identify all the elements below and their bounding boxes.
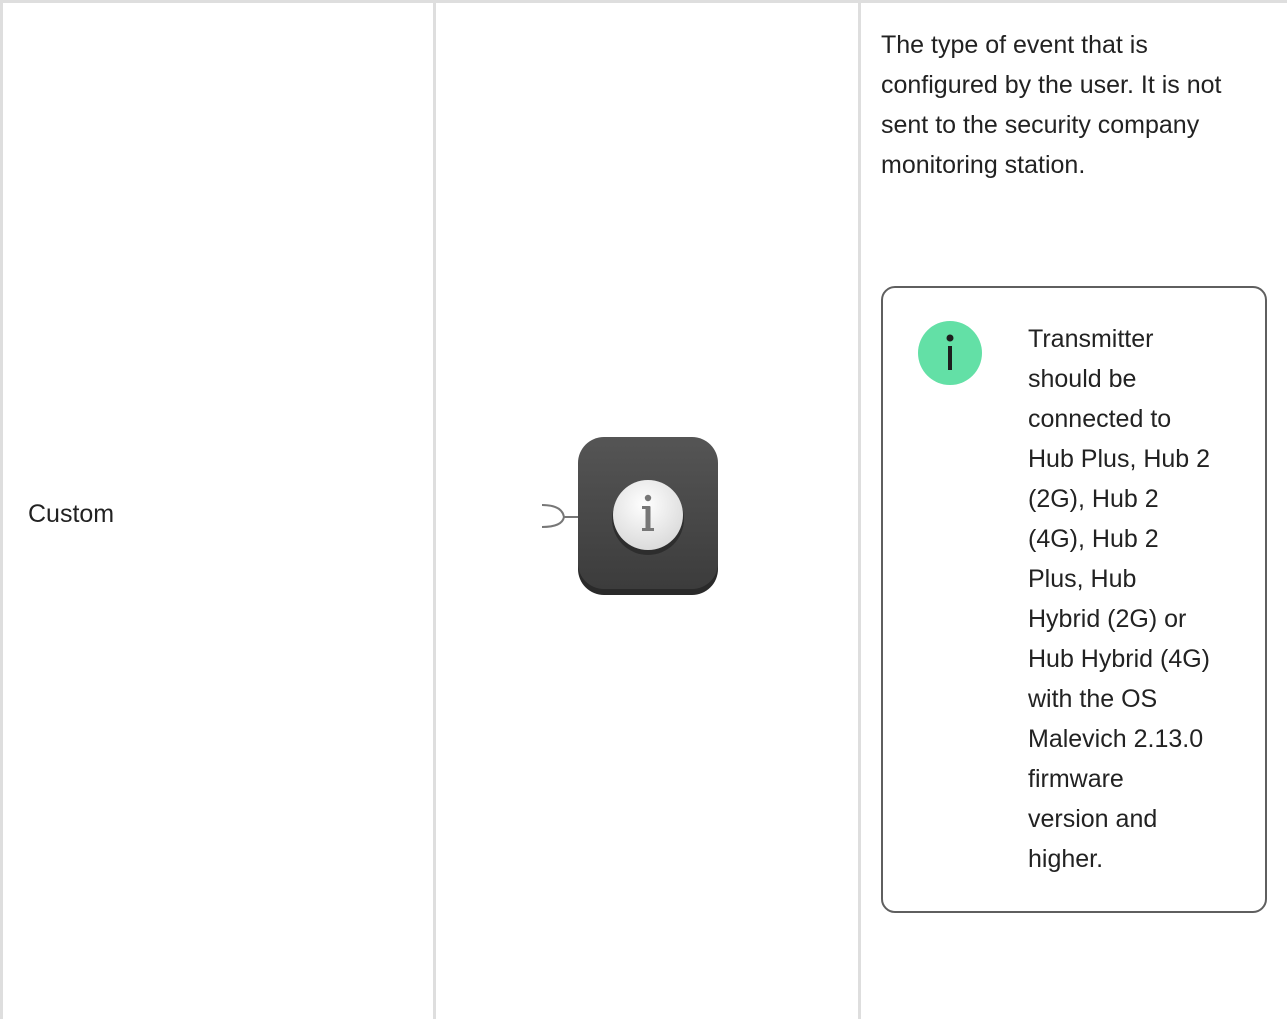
event-icon-cell [540, 435, 720, 595]
note-text: Transmitter should be connected to Hub P… [1028, 325, 1211, 873]
events-table: Custom The type of event that is configu… [0, 0, 1287, 1019]
event-type-cell: Custom [28, 500, 115, 528]
column-divider-1 [433, 3, 436, 1019]
column-divider-2 [858, 3, 861, 1019]
table-border-left [0, 3, 3, 1019]
note-box: Transmitter should be connected to Hub P… [881, 286, 1267, 913]
event-description: The type of event that is configured by … [881, 31, 1222, 179]
info-event-icon [541, 437, 718, 595]
info-icon [918, 321, 982, 385]
